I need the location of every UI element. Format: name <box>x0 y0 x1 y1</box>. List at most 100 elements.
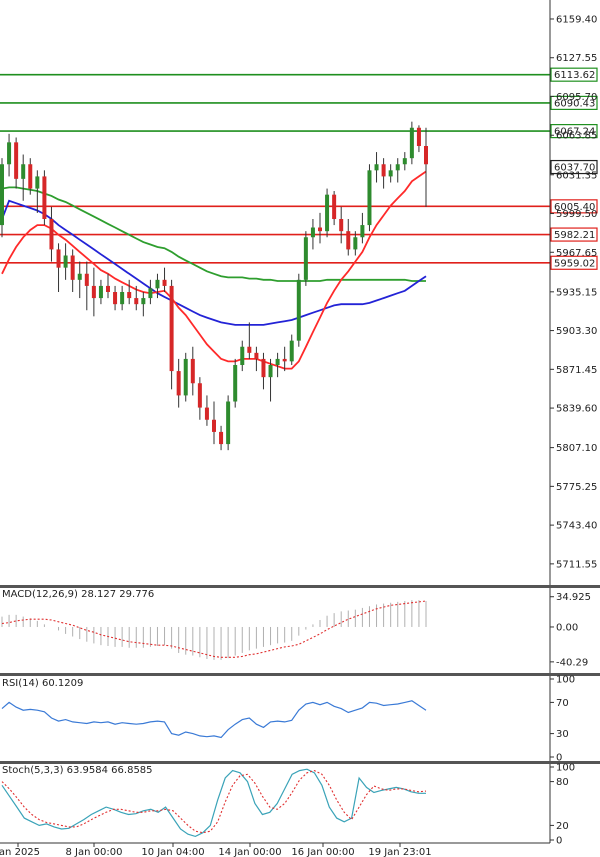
candle-body <box>318 227 322 232</box>
price-tick-label: 5967.65 <box>556 248 597 259</box>
chart-svg: 6113.626090.436067.246005.405982.215959.… <box>0 0 600 857</box>
price-tick-label: 5711.55 <box>556 559 597 570</box>
candle-body <box>296 279 301 341</box>
candle-body <box>155 279 160 289</box>
candle-body <box>381 164 386 177</box>
candle-body <box>98 285 103 299</box>
candle-body <box>141 298 146 305</box>
axes: 6159.40 6127.55 6095.70 6063.85 6031.35 5999.… <box>0 0 600 857</box>
level-label: 5982.21 <box>554 230 595 241</box>
rsi-tick-label: 70 <box>556 698 569 709</box>
candle-body <box>219 431 224 445</box>
candle-body <box>416 127 421 146</box>
candle-body <box>0 164 4 226</box>
price-tick-label: 5839.60 <box>556 404 597 415</box>
stoch-tick-label: 80 <box>556 777 569 788</box>
candle-body <box>261 358 266 378</box>
panel-separator <box>0 585 600 588</box>
candle-body <box>247 346 252 353</box>
macd-tick-label: 0.00 <box>556 622 578 633</box>
candle-body <box>254 352 259 359</box>
candle-body <box>367 170 372 226</box>
candle-body <box>35 176 40 189</box>
candle-body <box>374 164 379 171</box>
candle-body <box>120 292 125 305</box>
candle-body <box>21 164 26 179</box>
stoch-title: Stoch(5,3,3) 63.9584 66.8585 <box>2 765 153 776</box>
rsi-line <box>1 700 427 739</box>
candle-body <box>190 358 195 384</box>
candle-body <box>169 285 174 372</box>
candle-body <box>325 194 330 232</box>
panel-separator <box>0 673 600 676</box>
candle-body <box>14 142 19 179</box>
time-tick-label: 16 Jan 00:00 <box>291 847 354 857</box>
price-tick-label: 6095.70 <box>556 92 597 103</box>
candle-body <box>346 231 351 250</box>
stoch-tick-label: 100 <box>556 763 575 774</box>
stoch-tick-label: 0 <box>556 836 562 847</box>
panel-separator <box>0 761 600 764</box>
candle-body <box>388 170 393 177</box>
rsi-tick-label: 100 <box>556 675 575 686</box>
price-panel: 6113.626090.436067.246005.405982.215959.… <box>0 67 598 451</box>
stoch-panel <box>1 768 427 838</box>
price-tick-label: 5775.25 <box>556 482 597 493</box>
candle-body <box>91 285 96 299</box>
candle-body <box>289 340 294 362</box>
rsi-tick-label: 30 <box>556 729 569 740</box>
candle-body <box>70 255 75 280</box>
price-tick-label: 5903.30 <box>556 326 597 337</box>
candle-body <box>148 288 153 299</box>
macd-tick-label: 34.925 <box>556 592 591 603</box>
candle-body <box>134 298 139 305</box>
stoch-tick-label: 20 <box>556 821 569 832</box>
rsi-title: RSI(14) 60.1209 <box>2 678 83 689</box>
candle-body <box>339 219 344 232</box>
candle-body <box>49 219 54 250</box>
candle-body <box>84 273 89 286</box>
candle-body <box>7 142 12 165</box>
candle-body <box>303 237 308 280</box>
macd-panel <box>1 600 427 660</box>
candle-body <box>240 346 245 365</box>
candle-body <box>409 127 414 159</box>
candle-body <box>332 194 337 219</box>
candle-body <box>310 227 315 238</box>
candle-body <box>360 225 365 238</box>
time-tick-label: 19 Jan 23:01 <box>368 847 431 857</box>
candle-body <box>402 158 407 165</box>
time-tick-label: 14 Jan 00:00 <box>218 847 281 857</box>
price-tick-label: 6031.35 <box>556 170 597 181</box>
price-tick-label: 6127.55 <box>556 53 597 64</box>
time-tick-label: 8 Jan 00:00 <box>66 847 123 857</box>
candle-body <box>183 358 188 396</box>
level-label: 5959.02 <box>554 258 595 269</box>
price-tick-label: 6063.85 <box>556 131 597 142</box>
candle-body <box>42 176 47 219</box>
candle-body <box>353 237 358 250</box>
candle-body <box>28 164 33 189</box>
macd-tick-label: -40.29 <box>556 657 588 668</box>
candle-body <box>106 285 110 292</box>
candle-body <box>212 419 216 432</box>
candle-body <box>176 371 181 396</box>
candle-body <box>424 146 428 165</box>
rsi-panel <box>1 700 427 739</box>
candle-body <box>233 365 238 402</box>
candle-body <box>63 255 68 268</box>
candle-body <box>204 407 209 420</box>
candle-body <box>275 358 280 365</box>
candle-body <box>197 383 202 408</box>
level-label: 6113.62 <box>554 70 595 81</box>
stoch-d-line <box>1 770 427 834</box>
candle-body <box>268 365 273 378</box>
candle-body <box>162 279 167 286</box>
candle-body <box>77 273 82 280</box>
candle-body <box>56 249 61 268</box>
candle-body <box>127 292 132 299</box>
candle-body <box>226 401 231 445</box>
candle-body <box>113 292 118 305</box>
price-tick-label: 6159.40 <box>556 14 597 25</box>
time-tick-label: 10 Jan 04:00 <box>141 847 204 857</box>
